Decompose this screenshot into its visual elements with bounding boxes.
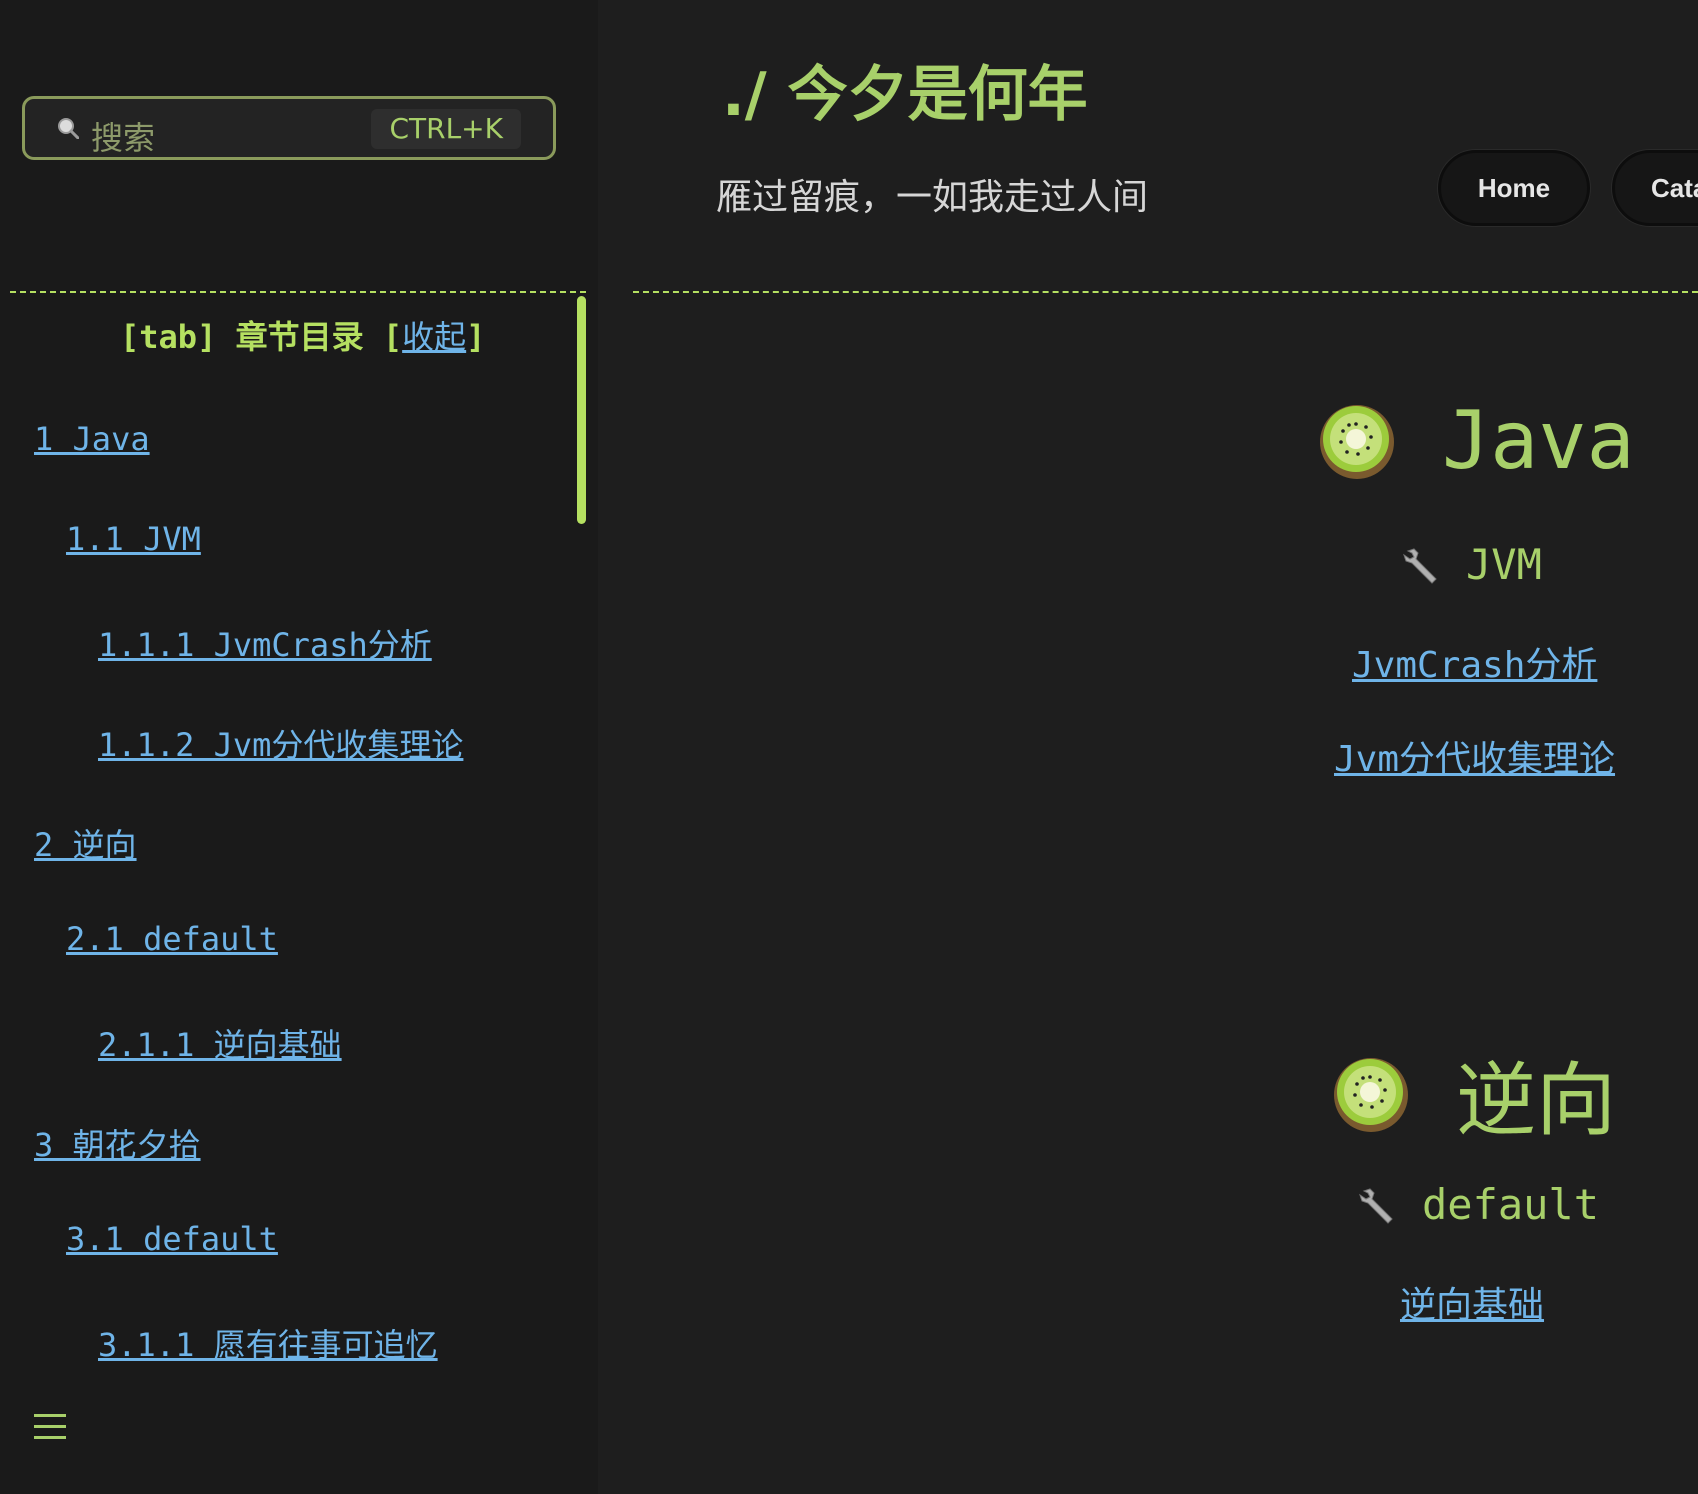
section-heading-reverse: 逆向 — [1332, 1036, 1616, 1152]
nav-home-button[interactable]: Home — [1438, 150, 1590, 226]
wrench-icon — [1359, 1187, 1393, 1224]
toc-item[interactable]: 2.1.1 逆向基础 — [98, 1020, 342, 1066]
search-box[interactable]: 搜索 CTRL+K — [22, 96, 556, 160]
toc-header-label: [tab] 章节目录 [ — [120, 318, 403, 356]
site-title[interactable]: ./ 今夕是何年 — [722, 46, 1088, 133]
sidebar: 搜索 CTRL+K [tab] 章节目录 [收起] 1 Java 1.1 JVM… — [0, 0, 598, 1494]
toc-scrollbar[interactable] — [577, 296, 586, 524]
kiwi-icon — [1320, 404, 1394, 479]
menu-icon[interactable] — [34, 1414, 66, 1442]
toc-item[interactable]: 3.1 default — [66, 1220, 278, 1258]
toc-item[interactable]: 1 Java — [34, 420, 150, 458]
search-icon — [58, 118, 79, 139]
article-link[interactable]: 逆向基础 — [1400, 1276, 1544, 1328]
article-link[interactable]: JvmCrash分析 — [1352, 636, 1597, 688]
toc-item[interactable]: 2 逆向 — [34, 820, 137, 866]
site-subtitle: 雁过留痕，一如我走过人间 — [716, 177, 1149, 218]
toc-item[interactable]: 3 朝花夕拾 — [34, 1120, 201, 1166]
search-input[interactable]: 搜索 — [91, 113, 155, 159]
nav-cata-button[interactable]: Cata — [1612, 150, 1698, 226]
kiwi-icon — [1334, 1058, 1408, 1132]
wrench-icon — [1403, 547, 1437, 584]
toc-header: [tab] 章节目录 [收起] — [120, 312, 485, 358]
group-heading-jvm: JVM — [1402, 540, 1542, 589]
page: 搜索 CTRL+K [tab] 章节目录 [收起] 1 Java 1.1 JVM… — [0, 0, 1698, 1494]
toc-collapse-link[interactable]: 收起 — [402, 318, 466, 356]
toc-item[interactable]: 3.1.1 愿有往事可追忆 — [98, 1320, 438, 1366]
divider — [10, 291, 586, 293]
search-shortcut-badge: CTRL+K — [371, 109, 521, 149]
toc-item[interactable]: 1.1 JVM — [66, 520, 201, 558]
toc-item[interactable]: 1.1.1 JvmCrash分析 — [98, 620, 432, 666]
section-title: 逆向 — [1456, 1054, 1616, 1147]
group-heading-default: default — [1358, 1180, 1599, 1229]
article-link[interactable]: Jvm分代收集理论 — [1334, 730, 1615, 782]
toc-item[interactable]: 2.1 default — [66, 920, 278, 958]
section-title: Java — [1442, 394, 1635, 487]
divider — [633, 291, 1698, 293]
group-title: JVM — [1466, 540, 1542, 589]
group-title: default — [1422, 1180, 1600, 1229]
section-heading-java: Java — [1318, 394, 1635, 487]
toc-item[interactable]: 1.1.2 Jvm分代收集理论 — [98, 720, 463, 766]
toc-header-suffix: ] — [466, 318, 486, 356]
